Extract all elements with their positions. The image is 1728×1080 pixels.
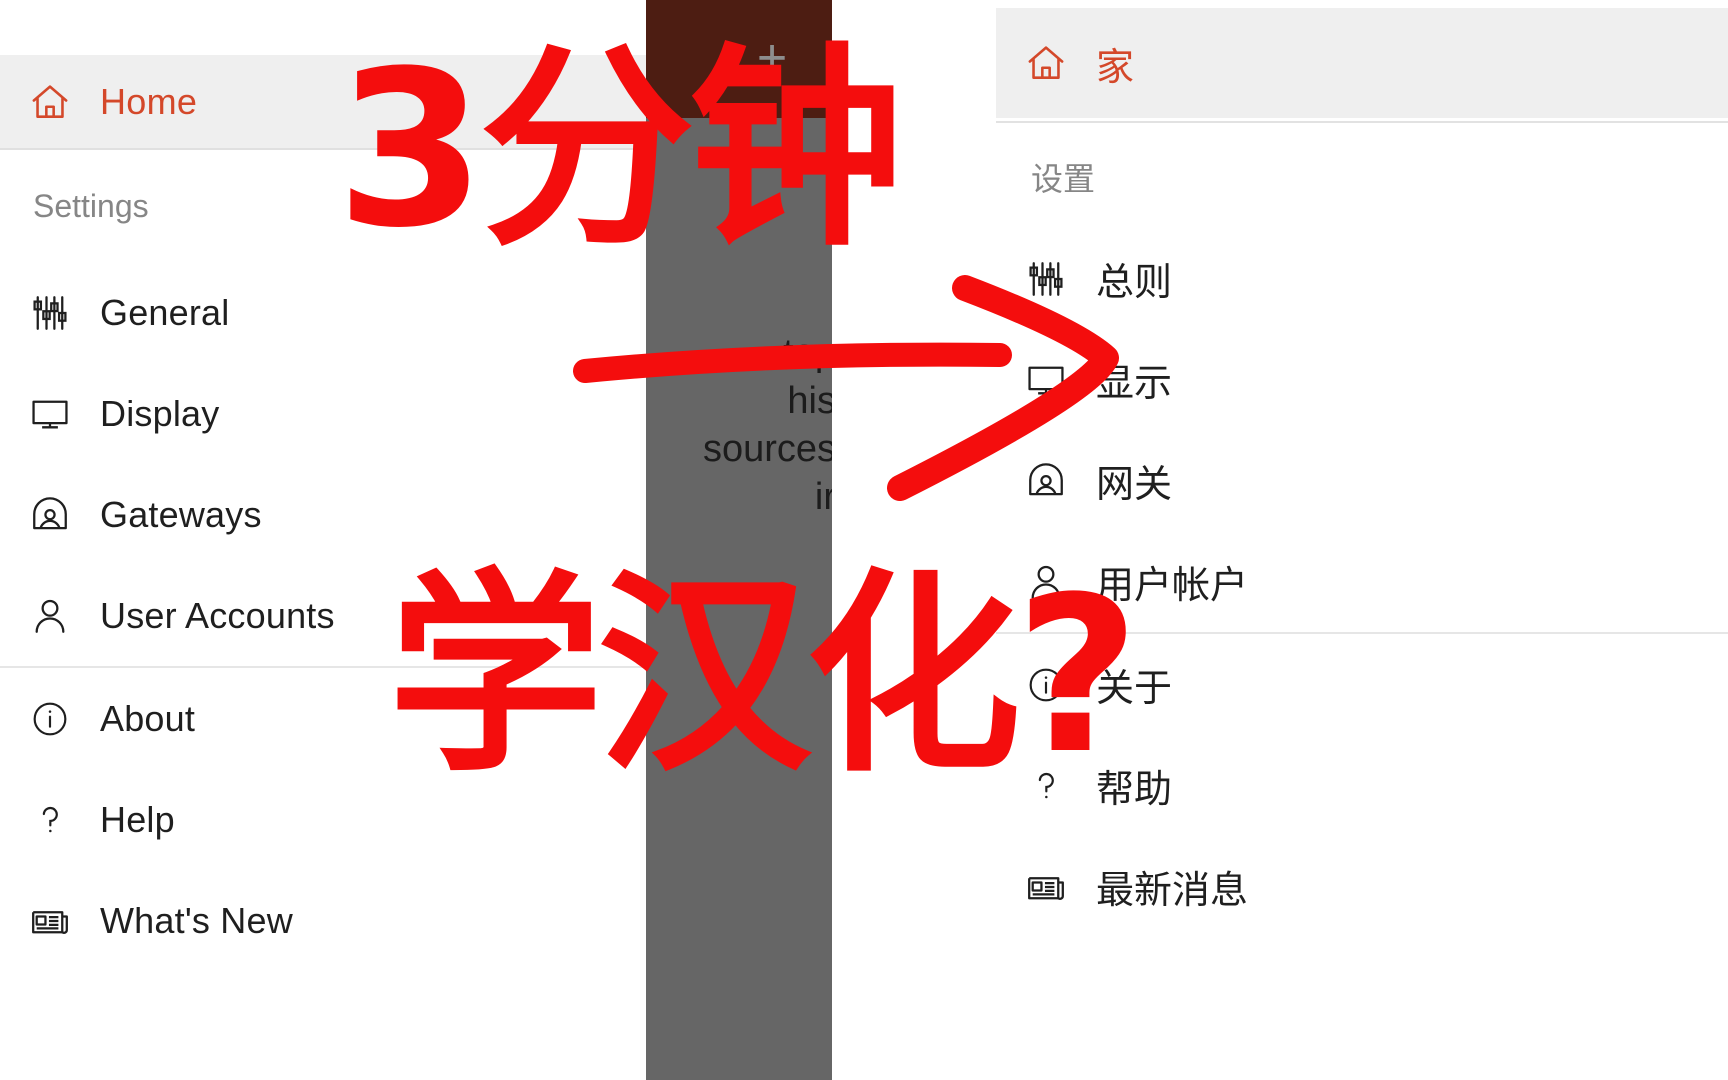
sidebar-item-help[interactable]: Help <box>0 769 646 870</box>
sidebar-item-whats-new[interactable]: What's New <box>0 870 646 971</box>
sidebar-item-home[interactable]: Home <box>0 55 646 148</box>
sidebar-item-label: Help <box>100 798 175 840</box>
sidebar-item-label: User Accounts <box>100 594 335 636</box>
sidebar-item-gateways-cn[interactable]: 网关 <box>996 430 1728 531</box>
home-separator <box>0 148 646 150</box>
background-window-titlebar: + <box>646 0 832 118</box>
sidebar-item-home-cn[interactable]: 家 <box>996 8 1728 118</box>
newspaper-icon <box>0 900 100 942</box>
sidebar-item-label: General <box>100 291 230 333</box>
background-window-overlay: + top his sources ir <box>646 0 832 1080</box>
home-icon <box>996 41 1096 85</box>
sidebar-item-label: About <box>100 697 196 739</box>
sidebar-item-label: 家 <box>1096 46 1135 89</box>
sliders-icon <box>996 258 1096 300</box>
sliders-icon <box>0 292 100 334</box>
sidebar-item-label: 最新消息 <box>1096 870 1249 912</box>
settings-nav-list: General Display Gateways User Accounts A… <box>0 262 646 971</box>
sidebar-item-display-cn[interactable]: 显示 <box>996 329 1728 430</box>
sidebar-item-whats-new-cn[interactable]: 最新消息 <box>996 836 1728 937</box>
person-icon <box>996 561 1096 603</box>
sidebar-item-help-cn[interactable]: 帮助 <box>996 735 1728 836</box>
sidebar-item-user-accounts-cn[interactable]: 用户帐户 <box>996 531 1728 632</box>
sidebar-item-label: 用户帐户 <box>1096 565 1249 607</box>
right-settings-panel: 家 设置 总则 显示 网关 用户帐户 关于 帮助 最新消息 <box>996 0 1728 1080</box>
settings-section-header: 设置 <box>1031 161 1096 197</box>
sidebar-item-label: 总则 <box>1096 262 1173 304</box>
info-icon <box>996 665 1096 705</box>
overlay-text-fragment: top <box>783 332 832 374</box>
gateway-icon <box>996 460 1096 502</box>
newspaper-icon <box>996 866 1096 908</box>
sidebar-item-gateways[interactable]: Gateways <box>0 464 646 565</box>
monitor-icon <box>0 393 100 435</box>
monitor-icon <box>996 359 1096 401</box>
left-settings-panel: Home Settings General Display Gateways U… <box>0 0 646 1080</box>
home-separator <box>996 121 1728 123</box>
overlay-text-fragment: his <box>787 380 832 422</box>
question-icon <box>996 766 1096 806</box>
gateway-icon <box>0 494 100 536</box>
sidebar-item-label: 帮助 <box>1096 769 1173 811</box>
settings-section-header: Settings <box>33 188 149 224</box>
person-icon <box>0 595 100 637</box>
sidebar-item-label: Gateways <box>100 493 262 535</box>
info-icon <box>0 699 100 739</box>
plus-icon[interactable]: + <box>746 32 798 84</box>
sidebar-item-general-cn[interactable]: 总则 <box>996 228 1728 329</box>
sidebar-item-label: What's New <box>100 899 293 941</box>
sidebar-item-about[interactable]: About <box>0 668 646 769</box>
question-icon <box>0 800 100 840</box>
overlay-text-fragment: ir <box>814 476 832 518</box>
sidebar-item-general[interactable]: General <box>0 262 646 363</box>
sidebar-item-label: 显示 <box>1096 363 1173 405</box>
sidebar-item-label: 网关 <box>1096 464 1173 506</box>
sidebar-item-label: 关于 <box>1096 668 1173 710</box>
sidebar-item-user-accounts[interactable]: User Accounts <box>0 565 646 666</box>
sidebar-item-display[interactable]: Display <box>0 363 646 464</box>
overlay-text-fragment: sources <box>702 428 832 470</box>
settings-nav-list-cn: 总则 显示 网关 用户帐户 关于 帮助 最新消息 <box>996 228 1728 937</box>
sidebar-item-label: Display <box>100 392 220 434</box>
sidebar-item-about-cn[interactable]: 关于 <box>996 634 1728 735</box>
sidebar-item-label: Home <box>100 80 198 122</box>
home-icon <box>0 80 100 124</box>
